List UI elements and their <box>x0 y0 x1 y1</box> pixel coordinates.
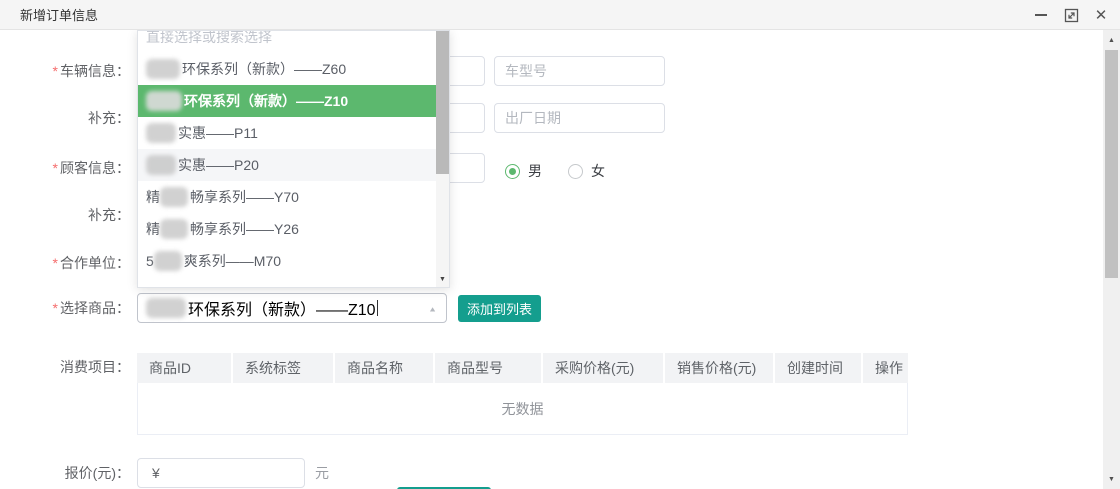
product-dropdown: 直接选择或搜索选择环保系列（新款）——Z60环保系列（新款）——Z10实惠——P… <box>137 30 450 288</box>
option-prefix-text: 精 <box>146 181 160 213</box>
close-button[interactable]: ✕ <box>1092 6 1110 24</box>
maximize-button[interactable] <box>1062 6 1080 24</box>
consumption-items-label: 消费项目： <box>0 352 130 382</box>
customer-info-label: *顾客信息： <box>0 153 130 183</box>
required-mark: * <box>53 160 58 176</box>
redacted-brand <box>146 123 176 143</box>
scroll-down-icon[interactable]: ▼ <box>1103 471 1120 487</box>
table-header-cell: 创建时间 <box>775 353 863 383</box>
maximize-icon <box>1064 8 1079 23</box>
table-header-cell: 系统标签 <box>233 353 335 383</box>
empty-data-text: 无数据 <box>502 399 544 419</box>
option-label: 直接选择或搜索选择 <box>146 30 272 53</box>
dropdown-option[interactable]: 环保系列（新款）——Z60 <box>138 53 438 85</box>
select-product-label: *选择商品： <box>0 293 130 323</box>
table-header-cell: 商品名称 <box>335 353 435 383</box>
option-label: 爽系列——M70 <box>184 245 281 277</box>
redacted-brand <box>146 298 186 318</box>
scrollbar-thumb[interactable] <box>1105 50 1118 278</box>
vertical-scrollbar[interactable]: ▲ ▼ <box>1103 30 1120 489</box>
option-label: 畅享系列——Y26 <box>190 213 299 245</box>
radio-male-circle <box>505 164 520 179</box>
table-header-cell: 操作 <box>863 353 908 383</box>
scroll-up-icon[interactable]: ▲ <box>1103 32 1120 48</box>
factory-date-input[interactable] <box>494 103 665 133</box>
table-header-cell: 采购价格(元) <box>543 353 665 383</box>
dropdown-option[interactable]: 精畅享系列——Y26 <box>138 213 438 245</box>
required-mark: * <box>53 63 58 79</box>
redacted-brand <box>146 91 182 111</box>
chevron-up-icon: ▲ <box>428 305 437 313</box>
dropdown-option[interactable]: 精畅享系列——Y70 <box>138 181 438 213</box>
text-caret <box>377 300 378 316</box>
consumption-items-table: 商品ID系统标签商品名称商品型号采购价格(元)销售价格(元)创建时间操作 无数据 <box>137 353 908 435</box>
vehicle-model-input[interactable] <box>494 56 665 86</box>
table-header-cell: 商品ID <box>137 353 233 383</box>
close-icon: ✕ <box>1095 8 1108 23</box>
vehicle-info-label: *车辆信息： <box>0 56 130 86</box>
currency-symbol: ¥ <box>152 458 160 488</box>
option-label: 畅享系列——Y70 <box>190 181 299 213</box>
redacted-brand <box>146 155 176 175</box>
table-header-row: 商品ID系统标签商品名称商品型号采购价格(元)销售价格(元)创建时间操作 <box>137 353 908 383</box>
supplement1-label: 补充： <box>0 103 130 133</box>
product-select-value: 环保系列（新款）——Z10 <box>188 296 376 320</box>
table-empty-row: 无数据 <box>137 383 908 435</box>
option-label: 环保系列（新款）——Z60 <box>182 53 346 85</box>
partner-label: *合作单位： <box>0 248 130 278</box>
supplement2-label: 补充： <box>0 200 130 230</box>
option-label: 实惠——P11 <box>178 117 258 149</box>
table-header-cell: 销售价格(元) <box>665 353 775 383</box>
dropdown-option[interactable]: 实惠——P11 <box>138 117 438 149</box>
option-prefix-text: 5 <box>146 245 154 277</box>
radio-male-label: 男 <box>528 161 542 181</box>
dropdown-option-list: 直接选择或搜索选择环保系列（新款）——Z60环保系列（新款）——Z10实惠——P… <box>138 30 438 277</box>
modal-titlebar: 新增订单信息 ✕ <box>0 0 1120 30</box>
redacted-brand <box>160 219 188 239</box>
radio-male[interactable]: 男 <box>505 161 542 181</box>
table-header-cell: 商品型号 <box>435 353 543 383</box>
minimize-icon <box>1035 14 1047 16</box>
dropdown-option[interactable]: 环保系列（新款）——Z10 <box>138 85 438 117</box>
gender-radio-group: 男 女 <box>505 161 605 181</box>
option-prefix-text: 精 <box>146 213 160 245</box>
radio-female-circle <box>568 164 583 179</box>
unit-text: 元 <box>315 458 329 488</box>
dropdown-scrollbar[interactable]: ▼ <box>436 31 449 287</box>
dropdown-scroll-down-icon[interactable]: ▼ <box>436 276 449 283</box>
redacted-brand <box>146 59 180 79</box>
minimize-button[interactable] <box>1032 6 1050 24</box>
required-mark: * <box>53 300 58 316</box>
radio-female[interactable]: 女 <box>568 161 605 181</box>
quote-input[interactable] <box>137 458 305 488</box>
modal-title: 新增订单信息 <box>20 5 98 24</box>
option-label: 实惠——P20 <box>178 149 259 181</box>
quote-label: 报价(元)： <box>0 458 130 488</box>
dropdown-option[interactable]: 实惠——P20 <box>138 149 438 181</box>
dropdown-option[interactable]: 5 爽系列——M70 <box>138 245 438 277</box>
option-label: 环保系列（新款）——Z10 <box>184 85 348 117</box>
window-controls: ✕ <box>1032 0 1110 30</box>
add-to-list-button[interactable]: 添加到列表 <box>458 295 541 322</box>
radio-female-label: 女 <box>591 161 605 181</box>
required-mark: * <box>53 255 58 271</box>
dropdown-scrollbar-thumb[interactable] <box>436 31 449 174</box>
product-select[interactable]: 环保系列（新款）——Z10 ▲ <box>137 293 447 323</box>
redacted-brand <box>154 251 182 271</box>
redacted-brand <box>160 187 188 207</box>
dropdown-option: 直接选择或搜索选择 <box>138 30 438 53</box>
